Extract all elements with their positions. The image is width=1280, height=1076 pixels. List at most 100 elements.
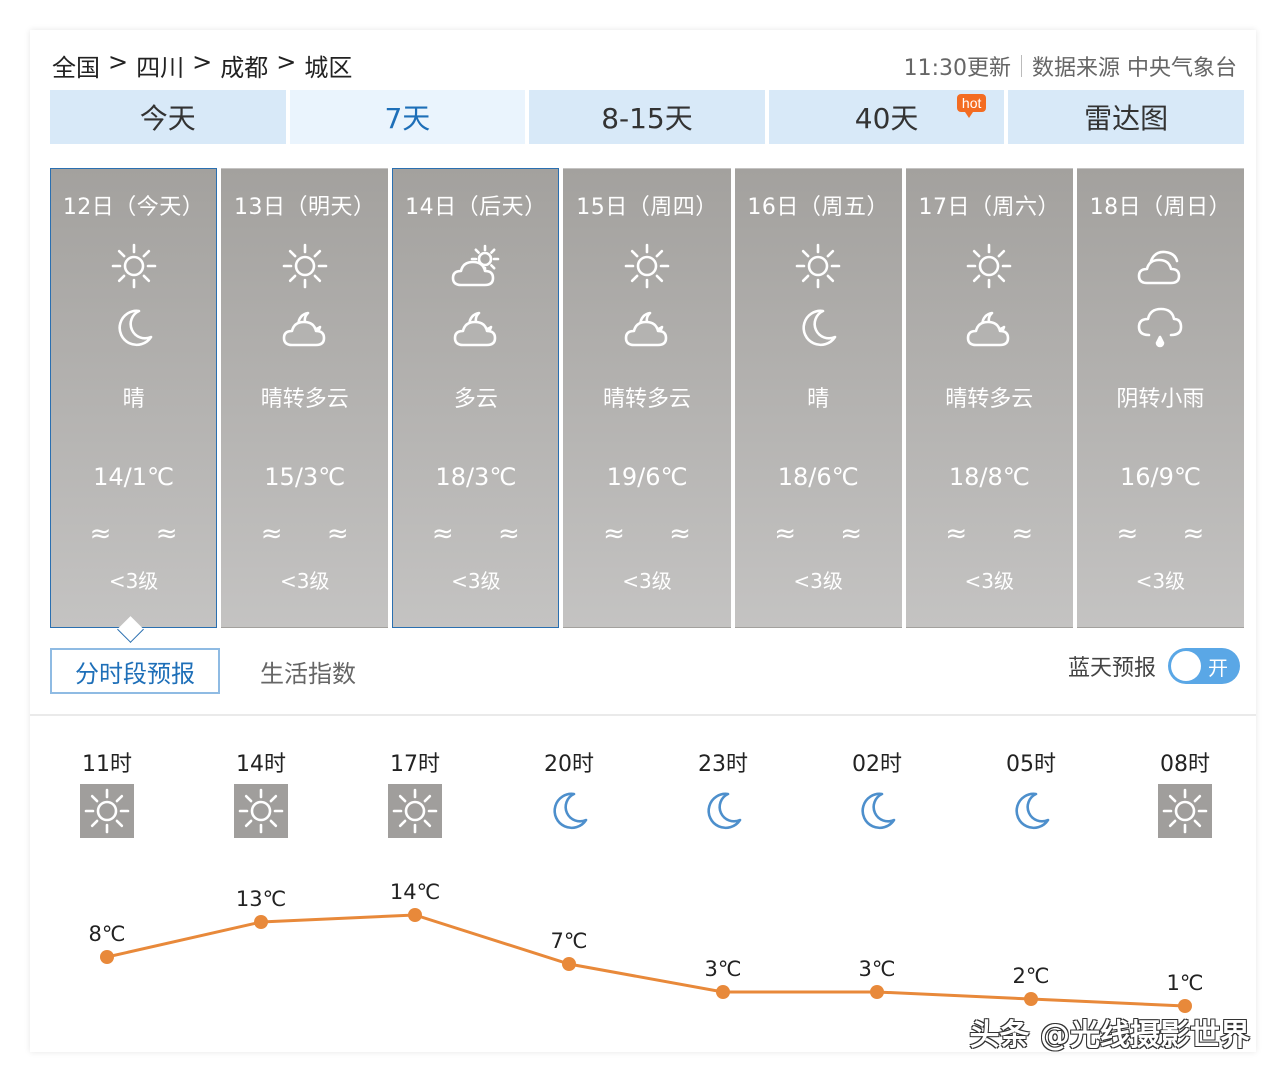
breadcrumb-district[interactable]: 城区 — [304, 48, 352, 83]
update-meta: 11:30更新 数据来源 中央气象台 — [904, 50, 1237, 82]
tab-40-days[interactable]: 40天 hot — [768, 90, 1005, 144]
day-condition: 晴转多云 — [945, 387, 1034, 412]
day-card[interactable]: 18日（周日） 阴转小雨 16/9℃ ≈ ≈ <3级 — [1076, 168, 1244, 628]
breadcrumb-separator: > — [108, 48, 129, 76]
section-divider — [30, 714, 1256, 716]
temperature-label: 1℃ — [1167, 971, 1204, 995]
moon-icon — [791, 301, 845, 355]
temperature-label: 3℃ — [859, 957, 896, 981]
moon-cloud-icon — [278, 301, 332, 355]
blue-sky-toggle[interactable]: 开 — [1168, 648, 1240, 684]
day-temperature: 15/3℃ — [264, 463, 346, 491]
temperature-point — [100, 950, 114, 964]
day-condition: 多云 — [453, 387, 498, 412]
tab-today[interactable]: 今天 — [50, 90, 286, 144]
wind-icon: ≈ ≈ — [260, 519, 367, 549]
day-card[interactable]: 16日（周五） 晴 18/6℃ ≈ ≈ <3级 — [734, 168, 902, 628]
temperature-label: 14℃ — [390, 880, 440, 904]
detail-tabs: 分时段预报 生活指数 — [50, 648, 356, 694]
day-date: 18日（周日） — [1089, 195, 1232, 220]
cloud-icon — [1133, 239, 1187, 293]
wind-level: <3级 — [1135, 569, 1186, 593]
blue-sky-forecast: 蓝天预报 开 — [1068, 648, 1240, 684]
hour-label: 11时 — [82, 752, 132, 777]
sun-icon — [234, 784, 288, 838]
hour-label: 20时 — [544, 752, 594, 777]
tab-label: 40天 — [854, 102, 919, 135]
daily-forecast: 12日（今天） 晴 14/1℃ ≈ ≈ <3级 13日（明天） 晴转多云 15/… — [50, 168, 1244, 628]
temperature-label: 8℃ — [89, 922, 126, 946]
tab-life-index[interactable]: 生活指数 — [260, 654, 356, 689]
hour-label: 14时 — [236, 752, 286, 777]
day-temperature: 18/6℃ — [777, 463, 859, 491]
day-condition: 晴 — [807, 387, 830, 412]
day-card[interactable]: 13日（明天） 晴转多云 15/3℃ ≈ ≈ <3级 — [221, 168, 389, 628]
tab-radar[interactable]: 雷达图 — [1008, 90, 1244, 144]
breadcrumb-country[interactable]: 全国 — [52, 48, 100, 83]
temperature-point — [562, 957, 576, 971]
day-date: 17日（周六） — [918, 195, 1061, 220]
temperature-point — [716, 985, 730, 999]
day-card[interactable]: 14日（后天） 多云 18/3℃ ≈ ≈ <3级 — [392, 168, 560, 628]
moon-icon — [696, 784, 750, 838]
tab-8-15-days[interactable]: 8-15天 — [529, 90, 765, 144]
day-condition: 晴转多云 — [602, 387, 691, 412]
day-date: 15日（周四） — [576, 195, 718, 220]
hour-label: 02时 — [852, 752, 902, 777]
wind-level: <3级 — [964, 569, 1015, 593]
sun-icon — [620, 239, 674, 293]
blue-sky-label: 蓝天预报 — [1067, 656, 1156, 681]
hour-label: 05时 — [1006, 752, 1056, 777]
tab-7-days[interactable]: 7天 — [289, 90, 526, 144]
wind-icon: ≈ ≈ — [945, 519, 1052, 549]
rain-cloud-icon — [1133, 301, 1187, 355]
wind-icon: ≈ ≈ — [431, 519, 538, 549]
day-card[interactable]: 15日（周四） 晴转多云 19/6℃ ≈ ≈ <3级 — [563, 168, 731, 628]
day-temperature: 18/3℃ — [435, 463, 517, 491]
temperature-label: 13℃ — [236, 887, 286, 911]
wind-icon: ≈ ≈ — [603, 519, 709, 549]
hour-label: 08时 — [1160, 752, 1210, 777]
temperature-label: 3℃ — [705, 957, 742, 981]
tab-label: 今天 — [139, 102, 196, 135]
sun-icon — [278, 239, 332, 293]
moon-cloud-icon — [962, 301, 1016, 355]
tab-label: 8-15天 — [601, 102, 693, 135]
wind-level: <3级 — [622, 569, 672, 593]
sun-icon — [962, 239, 1016, 293]
temperature-point — [870, 985, 884, 999]
breadcrumb-separator: > — [192, 48, 213, 76]
sun-icon — [80, 784, 134, 838]
tab-hourly-forecast[interactable]: 分时段预报 — [50, 648, 220, 694]
wind-level: <3级 — [279, 569, 330, 593]
breadcrumb-province[interactable]: 四川 — [136, 48, 184, 83]
sun-icon — [388, 784, 442, 838]
sun-cloud-icon — [449, 239, 503, 293]
watermark: 头条 @光线摄影世界 — [969, 1018, 1250, 1053]
tab-label: 7天 — [384, 102, 431, 135]
day-card[interactable]: 12日（今天） 晴 14/1℃ ≈ ≈ <3级 — [50, 168, 218, 628]
day-temperature: 19/6℃ — [606, 463, 688, 491]
temperature-point — [408, 908, 422, 922]
day-date: 13日（明天） — [233, 195, 376, 220]
wind-level: <3级 — [108, 569, 159, 593]
sun-icon — [1158, 784, 1212, 838]
wind-icon: ≈ ≈ — [774, 519, 881, 549]
sun-icon — [107, 239, 161, 293]
breadcrumb-city[interactable]: 成都 — [220, 48, 268, 83]
breadcrumb: 全国 > 四川 > 成都 > 城区 — [52, 48, 352, 83]
temperature-line — [106, 913, 1186, 1008]
day-condition: 晴 — [122, 387, 145, 412]
wind-level: <3级 — [793, 569, 843, 593]
temperature-label: 7℃ — [551, 929, 588, 953]
temperature-label: 2℃ — [1013, 964, 1050, 988]
moon-icon — [850, 784, 904, 838]
temperature-point — [1024, 992, 1038, 1006]
day-date: 14日（后天） — [405, 195, 547, 220]
day-card[interactable]: 17日（周六） 晴转多云 18/8℃ ≈ ≈ <3级 — [905, 168, 1073, 628]
temperature-point — [254, 915, 268, 929]
toggle-text: 开 — [1208, 656, 1228, 680]
day-date: 12日（今天） — [62, 195, 205, 220]
moon-icon — [107, 301, 161, 355]
day-date: 16日（周五） — [747, 195, 889, 220]
